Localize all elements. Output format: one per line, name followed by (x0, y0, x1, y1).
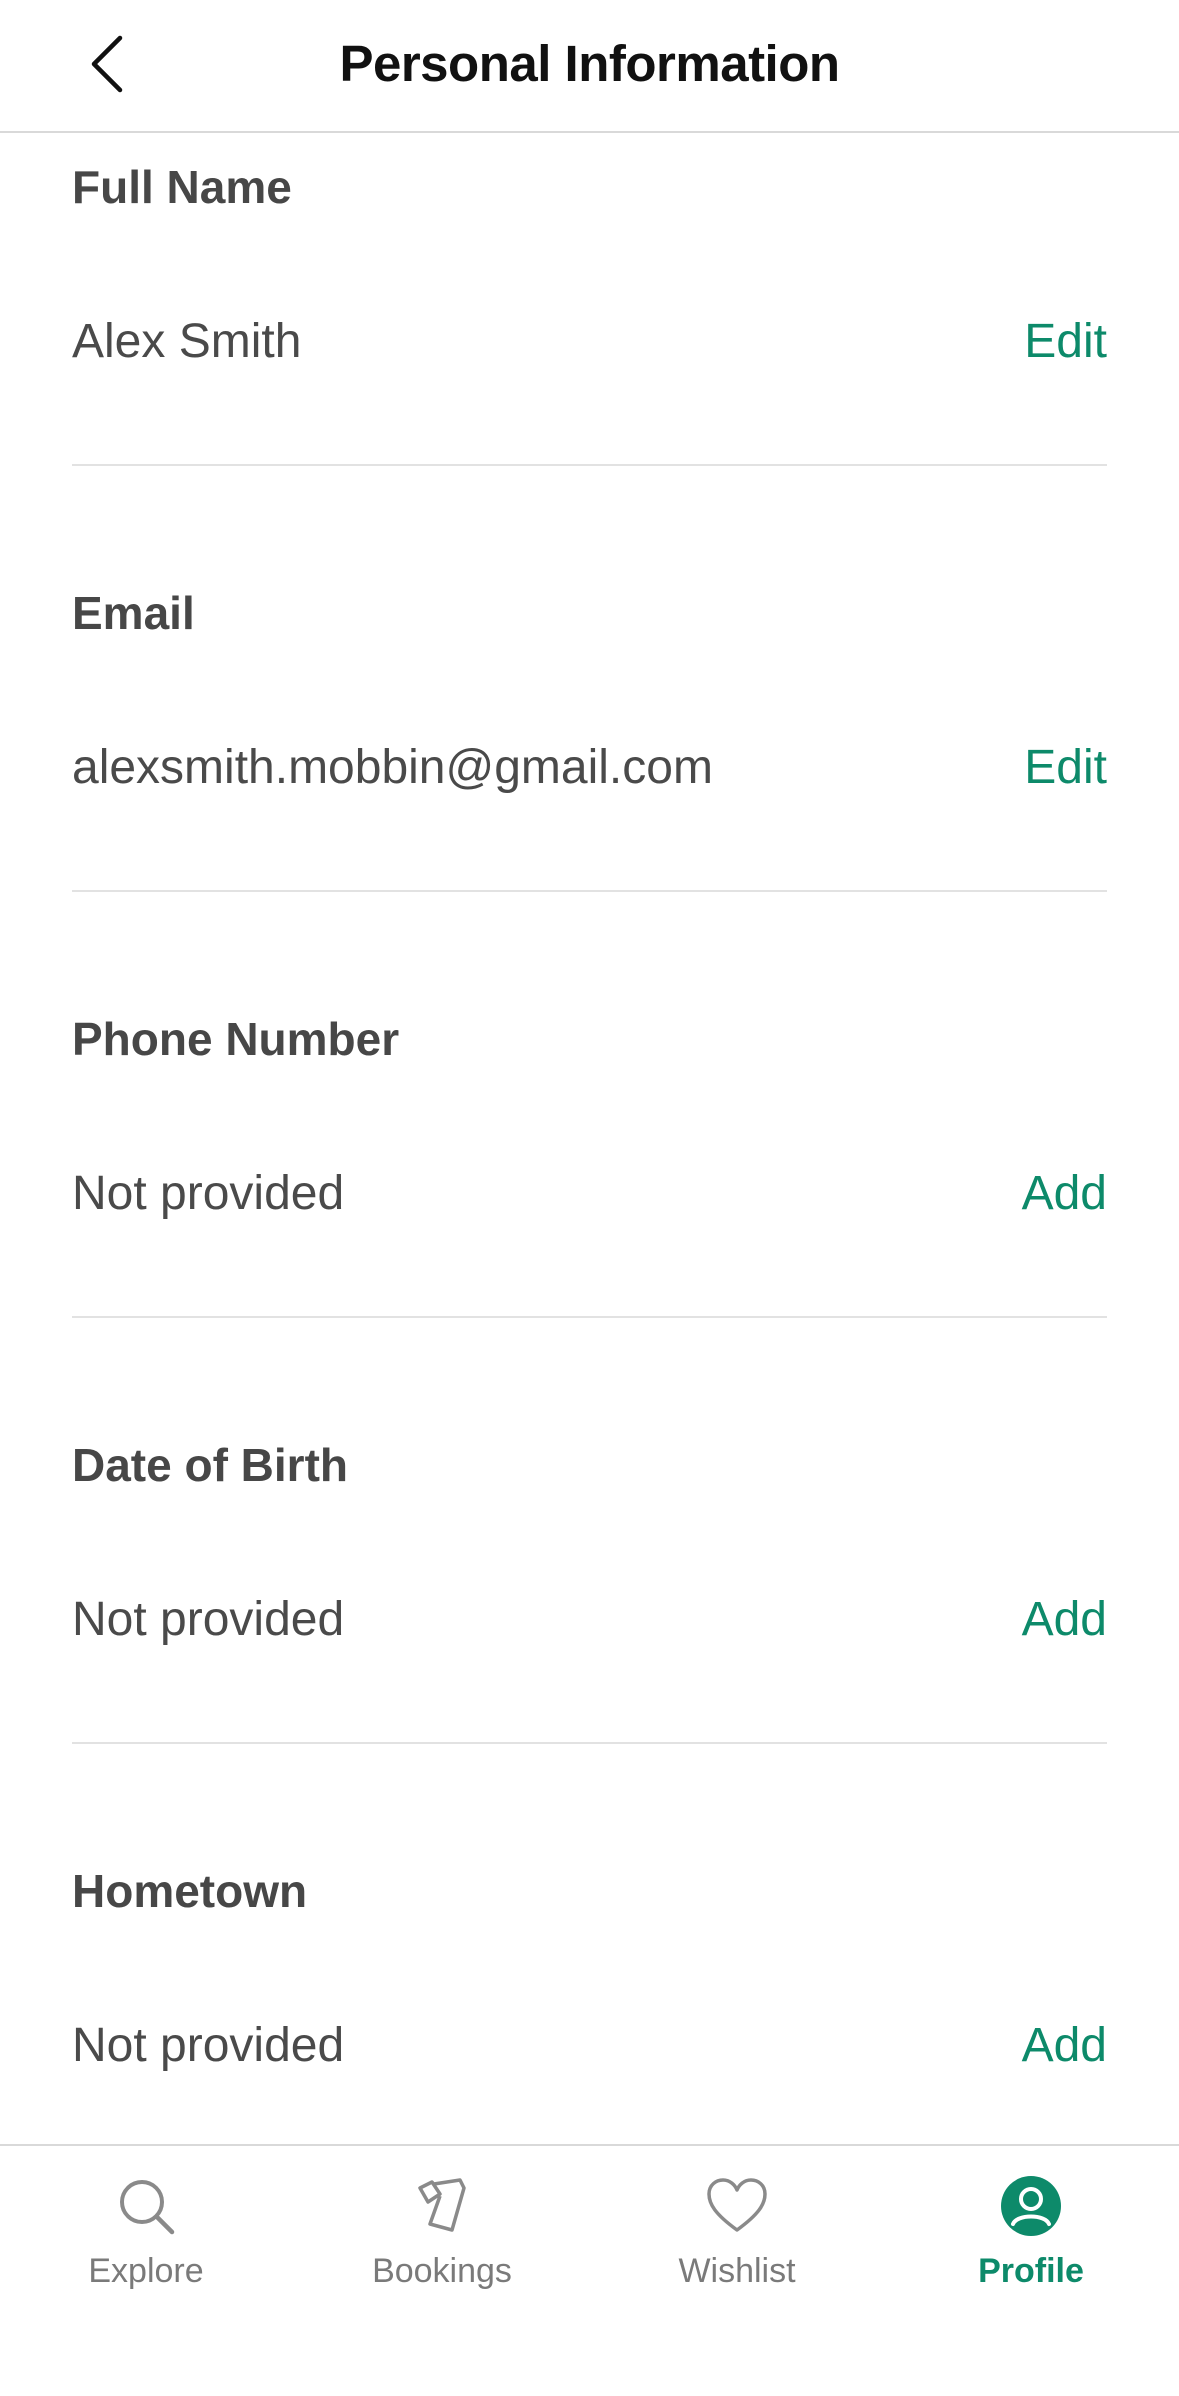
field-label: Email (72, 587, 195, 639)
add-date-of-birth-button[interactable]: Add (1022, 1592, 1107, 1647)
personal-information-screen: Personal Information Full Name Alex Smit… (0, 0, 1179, 2396)
field-value: Not provided (72, 1167, 345, 1220)
tab-profile[interactable]: Profile (921, 2174, 1141, 2314)
tab-label: Wishlist (678, 2252, 796, 2290)
personal-info-list: Full Name Alex Smith Edit Email alexsmit… (72, 133, 1107, 2170)
field-value: Not provided (72, 2019, 345, 2072)
tab-label: Bookings (372, 2252, 512, 2290)
tickets-icon (410, 2174, 474, 2238)
tab-wishlist[interactable]: Wishlist (627, 2174, 847, 2314)
field-label: Date of Birth (72, 1439, 348, 1491)
section-email: Email alexsmith.mobbin@gmail.com Edit (72, 466, 1107, 892)
heart-icon (705, 2174, 769, 2238)
edit-full-name-button[interactable]: Edit (1024, 314, 1107, 369)
search-icon (114, 2174, 178, 2238)
page-title: Personal Information (339, 35, 840, 92)
field-value: alexsmith.mobbin@gmail.com (72, 741, 713, 794)
field-value: Not provided (72, 1593, 345, 1646)
tab-bookings[interactable]: Bookings (332, 2174, 552, 2314)
tab-explore[interactable]: Explore (36, 2174, 256, 2314)
edit-email-button[interactable]: Edit (1024, 740, 1107, 795)
section-date-of-birth: Date of Birth Not provided Add (72, 1318, 1107, 1744)
field-label: Phone Number (72, 1013, 400, 1065)
bottom-tab-bar: Explore Bookings Wishlist Profile (0, 2144, 1179, 2396)
header-bar: Personal Information (0, 0, 1179, 133)
section-phone-number: Phone Number Not provided Add (72, 892, 1107, 1318)
field-label: Hometown (72, 1865, 308, 1917)
add-phone-number-button[interactable]: Add (1022, 1166, 1107, 1221)
section-full-name: Full Name Alex Smith Edit (72, 133, 1107, 466)
section-hometown: Hometown Not provided Add (72, 1744, 1107, 2170)
field-label: Full Name (72, 161, 292, 213)
field-value: Alex Smith (72, 315, 302, 368)
tab-label: Explore (88, 2252, 204, 2290)
tab-label: Profile (978, 2252, 1084, 2290)
profile-icon (999, 2174, 1063, 2238)
add-hometown-button[interactable]: Add (1022, 2018, 1107, 2073)
